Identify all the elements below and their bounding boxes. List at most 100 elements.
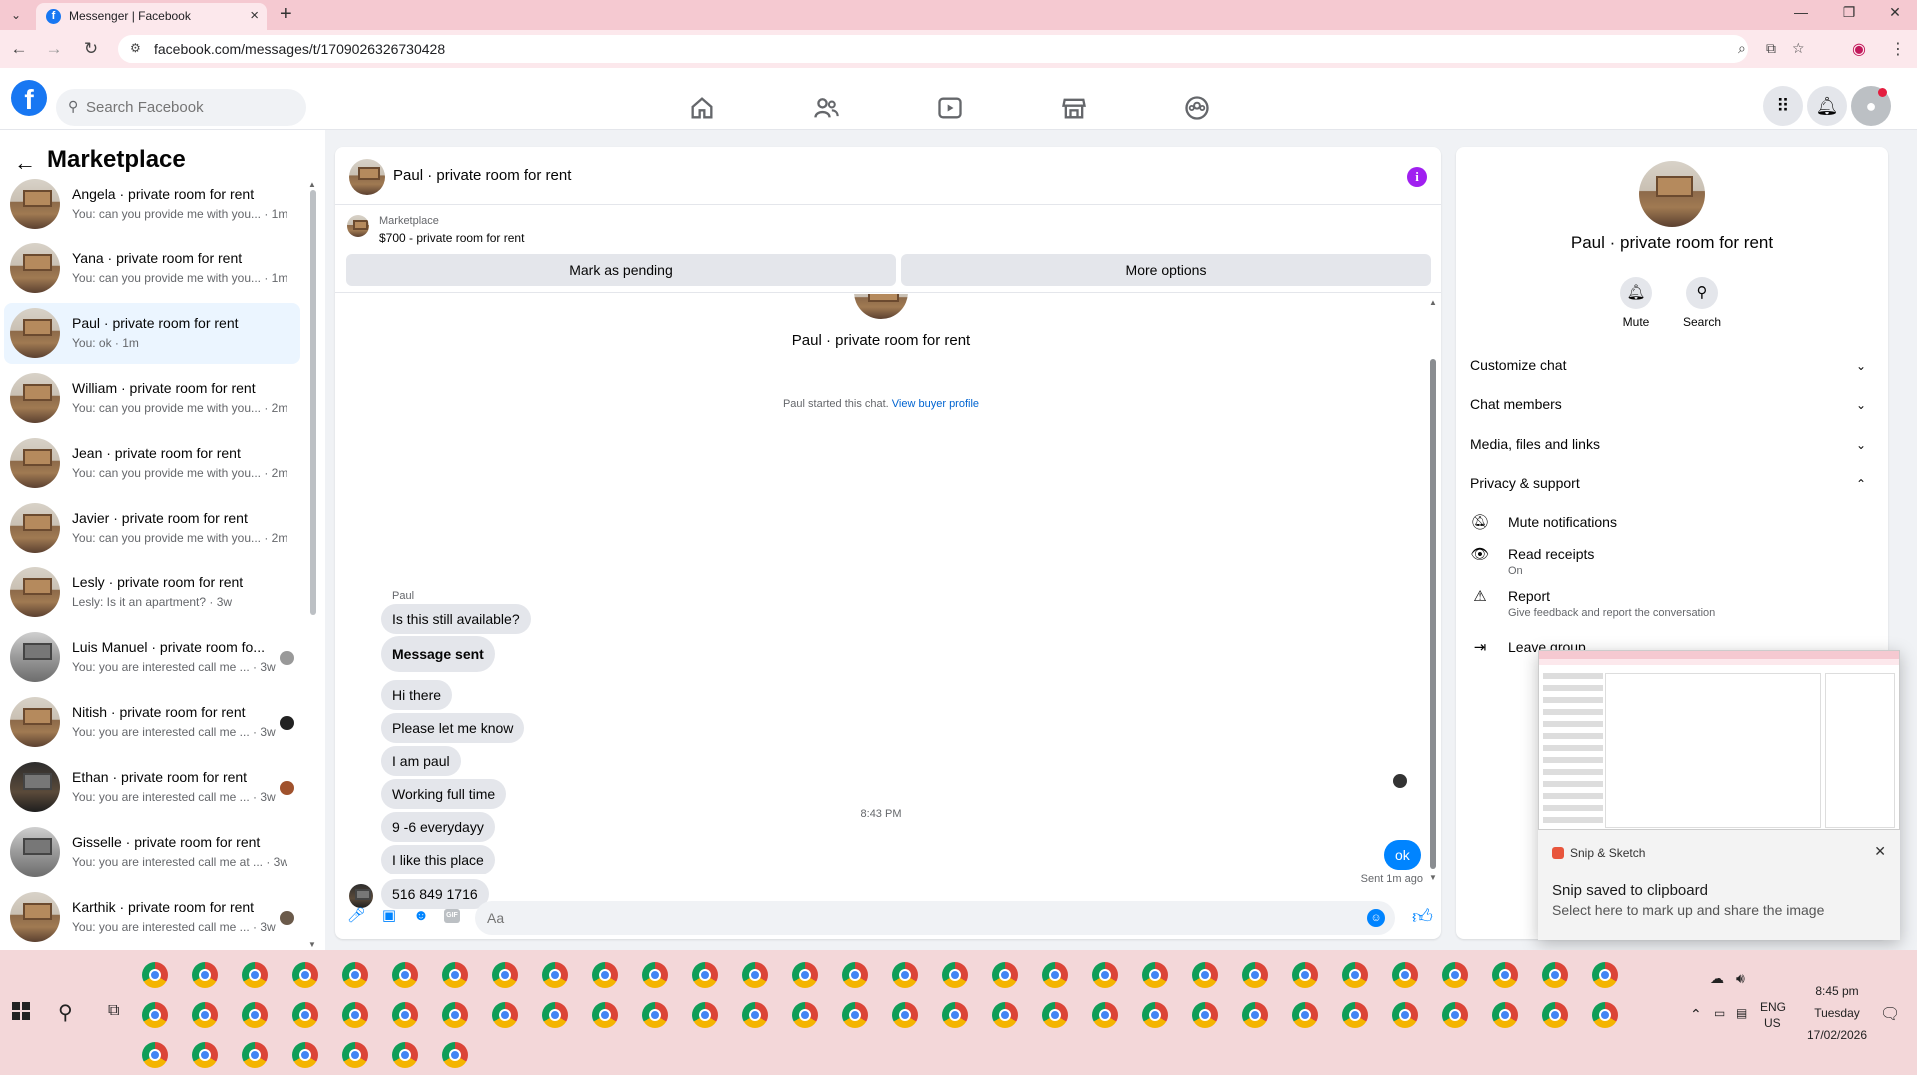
chrome-taskbar-icon[interactable] — [1492, 1002, 1518, 1028]
groups-icon[interactable] — [1183, 94, 1211, 122]
chat-list-scrollbar[interactable] — [310, 190, 316, 615]
chrome-taskbar-icon[interactable] — [442, 1042, 468, 1068]
chrome-taskbar-icon[interactable] — [1242, 1002, 1268, 1028]
conversation-item-active[interactable]: Paul · private room for rent You: ok · 1… — [4, 303, 300, 364]
chrome-taskbar-icon[interactable] — [642, 962, 668, 988]
incoming-message[interactable]: Working full time — [381, 779, 507, 809]
incoming-message[interactable]: Please let me know — [381, 713, 525, 743]
chrome-taskbar-icon[interactable] — [1042, 1002, 1068, 1028]
chrome-taskbar-icon[interactable] — [1192, 1002, 1218, 1028]
chrome-taskbar-icon[interactable] — [242, 1002, 268, 1028]
chrome-taskbar-icon[interactable] — [442, 962, 468, 988]
message-input[interactable] — [487, 901, 1347, 935]
notifications-bell-icon[interactable]: 🔔︎ — [1807, 86, 1847, 126]
chrome-taskbar-icon[interactable] — [592, 962, 618, 988]
scroll-down-arrow-icon[interactable]: ▼ — [308, 940, 316, 949]
section-privacy-support[interactable]: Privacy & support ⌃ — [1470, 475, 1874, 499]
view-buyer-profile-link[interactable]: View buyer profile — [892, 398, 979, 410]
mark-as-pending-button[interactable]: Mark as pending — [346, 254, 896, 286]
action-center-icon[interactable]: 🗨︎ — [1880, 1004, 1900, 1024]
chrome-taskbar-icon[interactable] — [742, 1002, 768, 1028]
clock-day[interactable]: Tuesday — [1800, 1006, 1874, 1020]
profile-icon[interactable]: ◉ — [1852, 39, 1866, 59]
chrome-taskbar-icon[interactable] — [292, 1002, 318, 1028]
outgoing-message[interactable]: ok — [1384, 840, 1421, 870]
chrome-taskbar-icon[interactable] — [992, 1002, 1018, 1028]
window-close-icon[interactable]: ✕ — [1880, 4, 1910, 21]
chrome-taskbar-icon[interactable] — [1342, 962, 1368, 988]
chrome-taskbar-icon[interactable] — [1092, 962, 1118, 988]
chrome-taskbar-icon[interactable] — [892, 962, 918, 988]
chrome-taskbar-icon[interactable] — [492, 1002, 518, 1028]
chrome-taskbar-icon[interactable] — [242, 962, 268, 988]
site-info-icon[interactable]: ⚙ — [130, 41, 141, 55]
minimize-icon[interactable]: — — [1786, 4, 1816, 20]
chrome-taskbar-icon[interactable] — [1142, 962, 1168, 988]
tab-search-button[interactable]: ⌄ — [6, 6, 26, 24]
chrome-taskbar-icon[interactable] — [142, 962, 168, 988]
conversation-item[interactable]: Yana · private room for rent You: can yo… — [4, 238, 300, 299]
back-arrow-icon[interactable]: ← — [14, 150, 36, 176]
clock-date[interactable]: 17/02/2026 — [1800, 1028, 1874, 1042]
chrome-taskbar-icon[interactable] — [142, 1042, 168, 1068]
chrome-taskbar-icon[interactable] — [1542, 1002, 1568, 1028]
chrome-taskbar-icon[interactable] — [1142, 1002, 1168, 1028]
browser-menu-icon[interactable]: ⋮ — [1890, 39, 1906, 59]
incoming-message[interactable]: I like this place — [381, 845, 495, 874]
conversation-item[interactable]: Nitish · private room for rent You: you … — [4, 692, 300, 753]
tray-icon[interactable]: ▭ — [1714, 1006, 1725, 1020]
url-text[interactable]: facebook.com/messages/t/1709026326730428 — [154, 41, 445, 57]
chrome-taskbar-icon[interactable] — [192, 1042, 218, 1068]
chrome-taskbar-icon[interactable] — [892, 1002, 918, 1028]
task-view-icon[interactable]: ⧉ — [108, 1002, 119, 1020]
chat-title[interactable]: Paul · private room for rent — [393, 167, 571, 184]
home-icon[interactable] — [688, 94, 716, 122]
chrome-taskbar-icon[interactable] — [1442, 1002, 1468, 1028]
zoom-icon[interactable]: ⌕ — [1738, 40, 1746, 57]
chrome-taskbar-icon[interactable] — [792, 1002, 818, 1028]
chrome-taskbar-icon[interactable] — [342, 1042, 368, 1068]
chrome-taskbar-icon[interactable] — [242, 1042, 268, 1068]
incoming-message[interactable]: Is this still available? — [381, 604, 531, 634]
listing-thumbnail[interactable] — [347, 215, 369, 237]
video-icon[interactable] — [936, 94, 964, 122]
chrome-taskbar-icon[interactable] — [492, 962, 518, 988]
install-app-icon[interactable]: ⧉ — [1766, 40, 1776, 57]
chrome-taskbar-icon[interactable] — [1492, 962, 1518, 988]
onedrive-icon[interactable]: ☁︎ — [1710, 970, 1724, 987]
incoming-message[interactable]: Hi there — [381, 680, 453, 710]
chrome-taskbar-icon[interactable] — [1542, 962, 1568, 988]
conversation-item[interactable]: Angela · private room for rent You: can … — [4, 174, 300, 235]
conversation-item[interactable]: Gisselle · private room for rent You: yo… — [4, 822, 300, 883]
region-code[interactable]: US — [1764, 1016, 1781, 1030]
chrome-taskbar-icon[interactable] — [1342, 1002, 1368, 1028]
browser-tab-messenger[interactable]: f Messenger | Facebook × — [36, 3, 267, 30]
avatar[interactable] — [349, 159, 385, 195]
chrome-taskbar-icon[interactable] — [292, 962, 318, 988]
chrome-taskbar-icon[interactable] — [1442, 962, 1468, 988]
language-code[interactable]: ENG — [1760, 1000, 1786, 1014]
chrome-taskbar-icon[interactable] — [742, 962, 768, 988]
snip-notification[interactable]: Snip & Sketch ✕ Snip saved to clipboard … — [1538, 650, 1900, 940]
chrome-taskbar-icon[interactable] — [542, 962, 568, 988]
friends-icon[interactable] — [812, 94, 840, 122]
chevron-up-icon[interactable]: ⌃ — [1690, 1006, 1702, 1023]
chrome-taskbar-icon[interactable] — [642, 1002, 668, 1028]
chrome-taskbar-icon[interactable] — [392, 1042, 418, 1068]
more-options-button[interactable]: More options — [901, 254, 1431, 286]
chrome-taskbar-icon[interactable] — [692, 1002, 718, 1028]
scroll-up-arrow-icon[interactable]: ▲ — [308, 180, 316, 189]
facebook-search[interactable]: ⚲ — [56, 89, 306, 126]
conversation-item[interactable]: Ethan · private room for rent You: you a… — [4, 757, 300, 818]
conversation-item[interactable]: Karthik · private room for rent You: you… — [4, 887, 300, 948]
volume-icon[interactable]: 🔊︎ — [1736, 970, 1745, 987]
chrome-taskbar-icon[interactable] — [192, 1002, 218, 1028]
incoming-message[interactable]: Message sent — [381, 636, 495, 672]
chrome-taskbar-icon[interactable] — [542, 1002, 568, 1028]
chrome-taskbar-icon[interactable] — [142, 1002, 168, 1028]
windows-start-icon[interactable] — [12, 1002, 30, 1020]
omnibox[interactable]: ⚙ facebook.com/messages/t/17090263267304… — [118, 35, 1805, 63]
forward-arrow-icon[interactable]: → — [43, 39, 65, 59]
back-arrow-icon[interactable]: ← — [8, 39, 30, 59]
conversation-item[interactable]: William · private room for rent You: can… — [4, 368, 300, 429]
